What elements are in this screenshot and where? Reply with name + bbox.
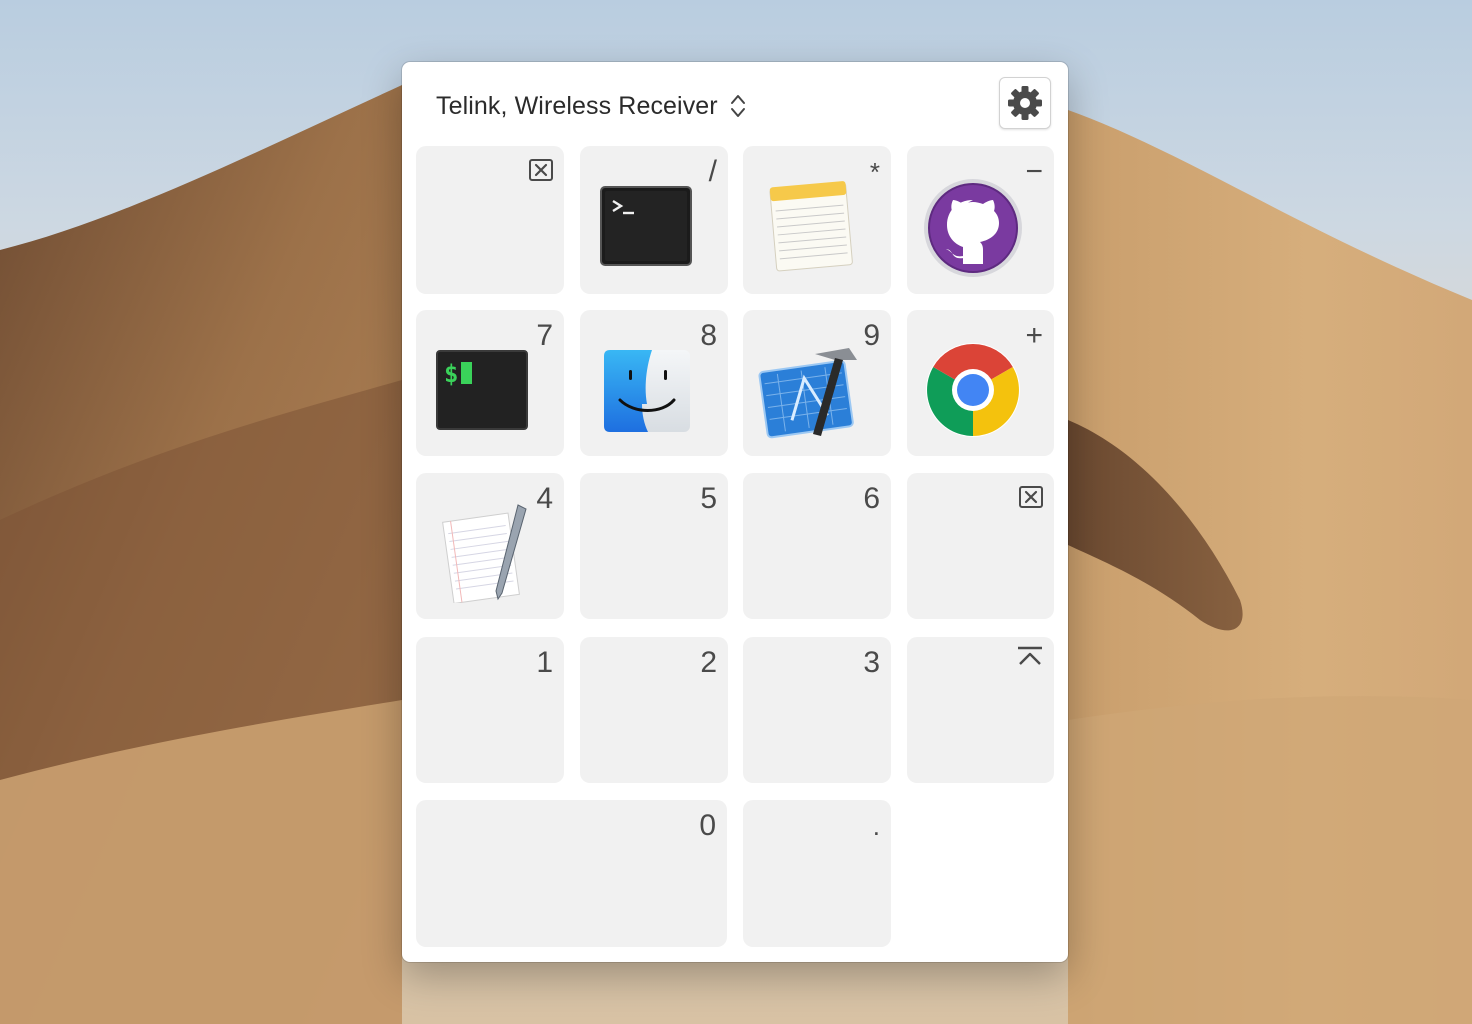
key-3[interactable]: 3	[743, 637, 891, 783]
finder-app-icon	[604, 350, 690, 432]
key-1[interactable]: 1	[416, 637, 564, 783]
key-label: 8	[700, 319, 717, 352]
gear-icon	[1008, 86, 1042, 120]
key-label: 4	[536, 482, 553, 515]
key-enter[interactable]	[907, 637, 1054, 783]
enter-key-icon	[1018, 646, 1042, 665]
key-7[interactable]: 7 $	[416, 310, 564, 456]
key-8[interactable]: 8	[580, 310, 728, 456]
key-2[interactable]: 2	[580, 637, 728, 783]
key-label: 5	[700, 482, 717, 515]
key-label: 3	[863, 646, 880, 679]
terminal-app-icon	[600, 186, 692, 266]
key-label: *	[869, 157, 880, 187]
key-plus[interactable]: +	[907, 310, 1054, 456]
key-0[interactable]: 0	[416, 800, 727, 947]
numpad-panel: Telink, Wireless Receiver / * − 7 $ 8 9 …	[402, 62, 1068, 962]
key-asterisk[interactable]: *	[743, 146, 891, 294]
key-slash[interactable]: /	[580, 146, 728, 294]
key-label: /	[708, 155, 717, 188]
key-label: +	[1025, 319, 1043, 352]
settings-button[interactable]	[999, 77, 1051, 129]
key-4[interactable]: 4	[416, 473, 564, 619]
key-label: 2	[700, 646, 717, 679]
key-label: 6	[863, 482, 880, 515]
key-6[interactable]: 6	[743, 473, 891, 619]
key-label: 0	[699, 809, 716, 842]
key-decimal[interactable]: .	[743, 800, 891, 947]
key-clear[interactable]	[416, 146, 564, 294]
delete-key-icon	[1019, 486, 1043, 508]
key-9[interactable]: 9	[743, 310, 891, 456]
svg-text:$: $	[444, 360, 458, 388]
device-name: Telink, Wireless Receiver	[436, 91, 718, 120]
key-label: 1	[536, 646, 553, 679]
device-selector[interactable]: Telink, Wireless Receiver	[436, 88, 746, 124]
key-delete[interactable]	[907, 473, 1054, 619]
key-label: −	[1025, 155, 1043, 188]
xcode-app-icon	[758, 348, 857, 439]
clear-key-icon	[529, 159, 553, 181]
key-5[interactable]: 5	[580, 473, 728, 619]
github-app-icon	[924, 179, 1022, 277]
iterm-app-icon: $	[436, 350, 528, 430]
chrome-app-icon	[926, 343, 1020, 437]
key-minus[interactable]: −	[907, 146, 1054, 294]
key-label: .	[872, 811, 880, 841]
key-label: 7	[536, 319, 553, 352]
notes-app-icon	[769, 181, 853, 272]
textedit-app-icon	[442, 504, 527, 603]
up-down-chevron-icon	[730, 95, 745, 117]
